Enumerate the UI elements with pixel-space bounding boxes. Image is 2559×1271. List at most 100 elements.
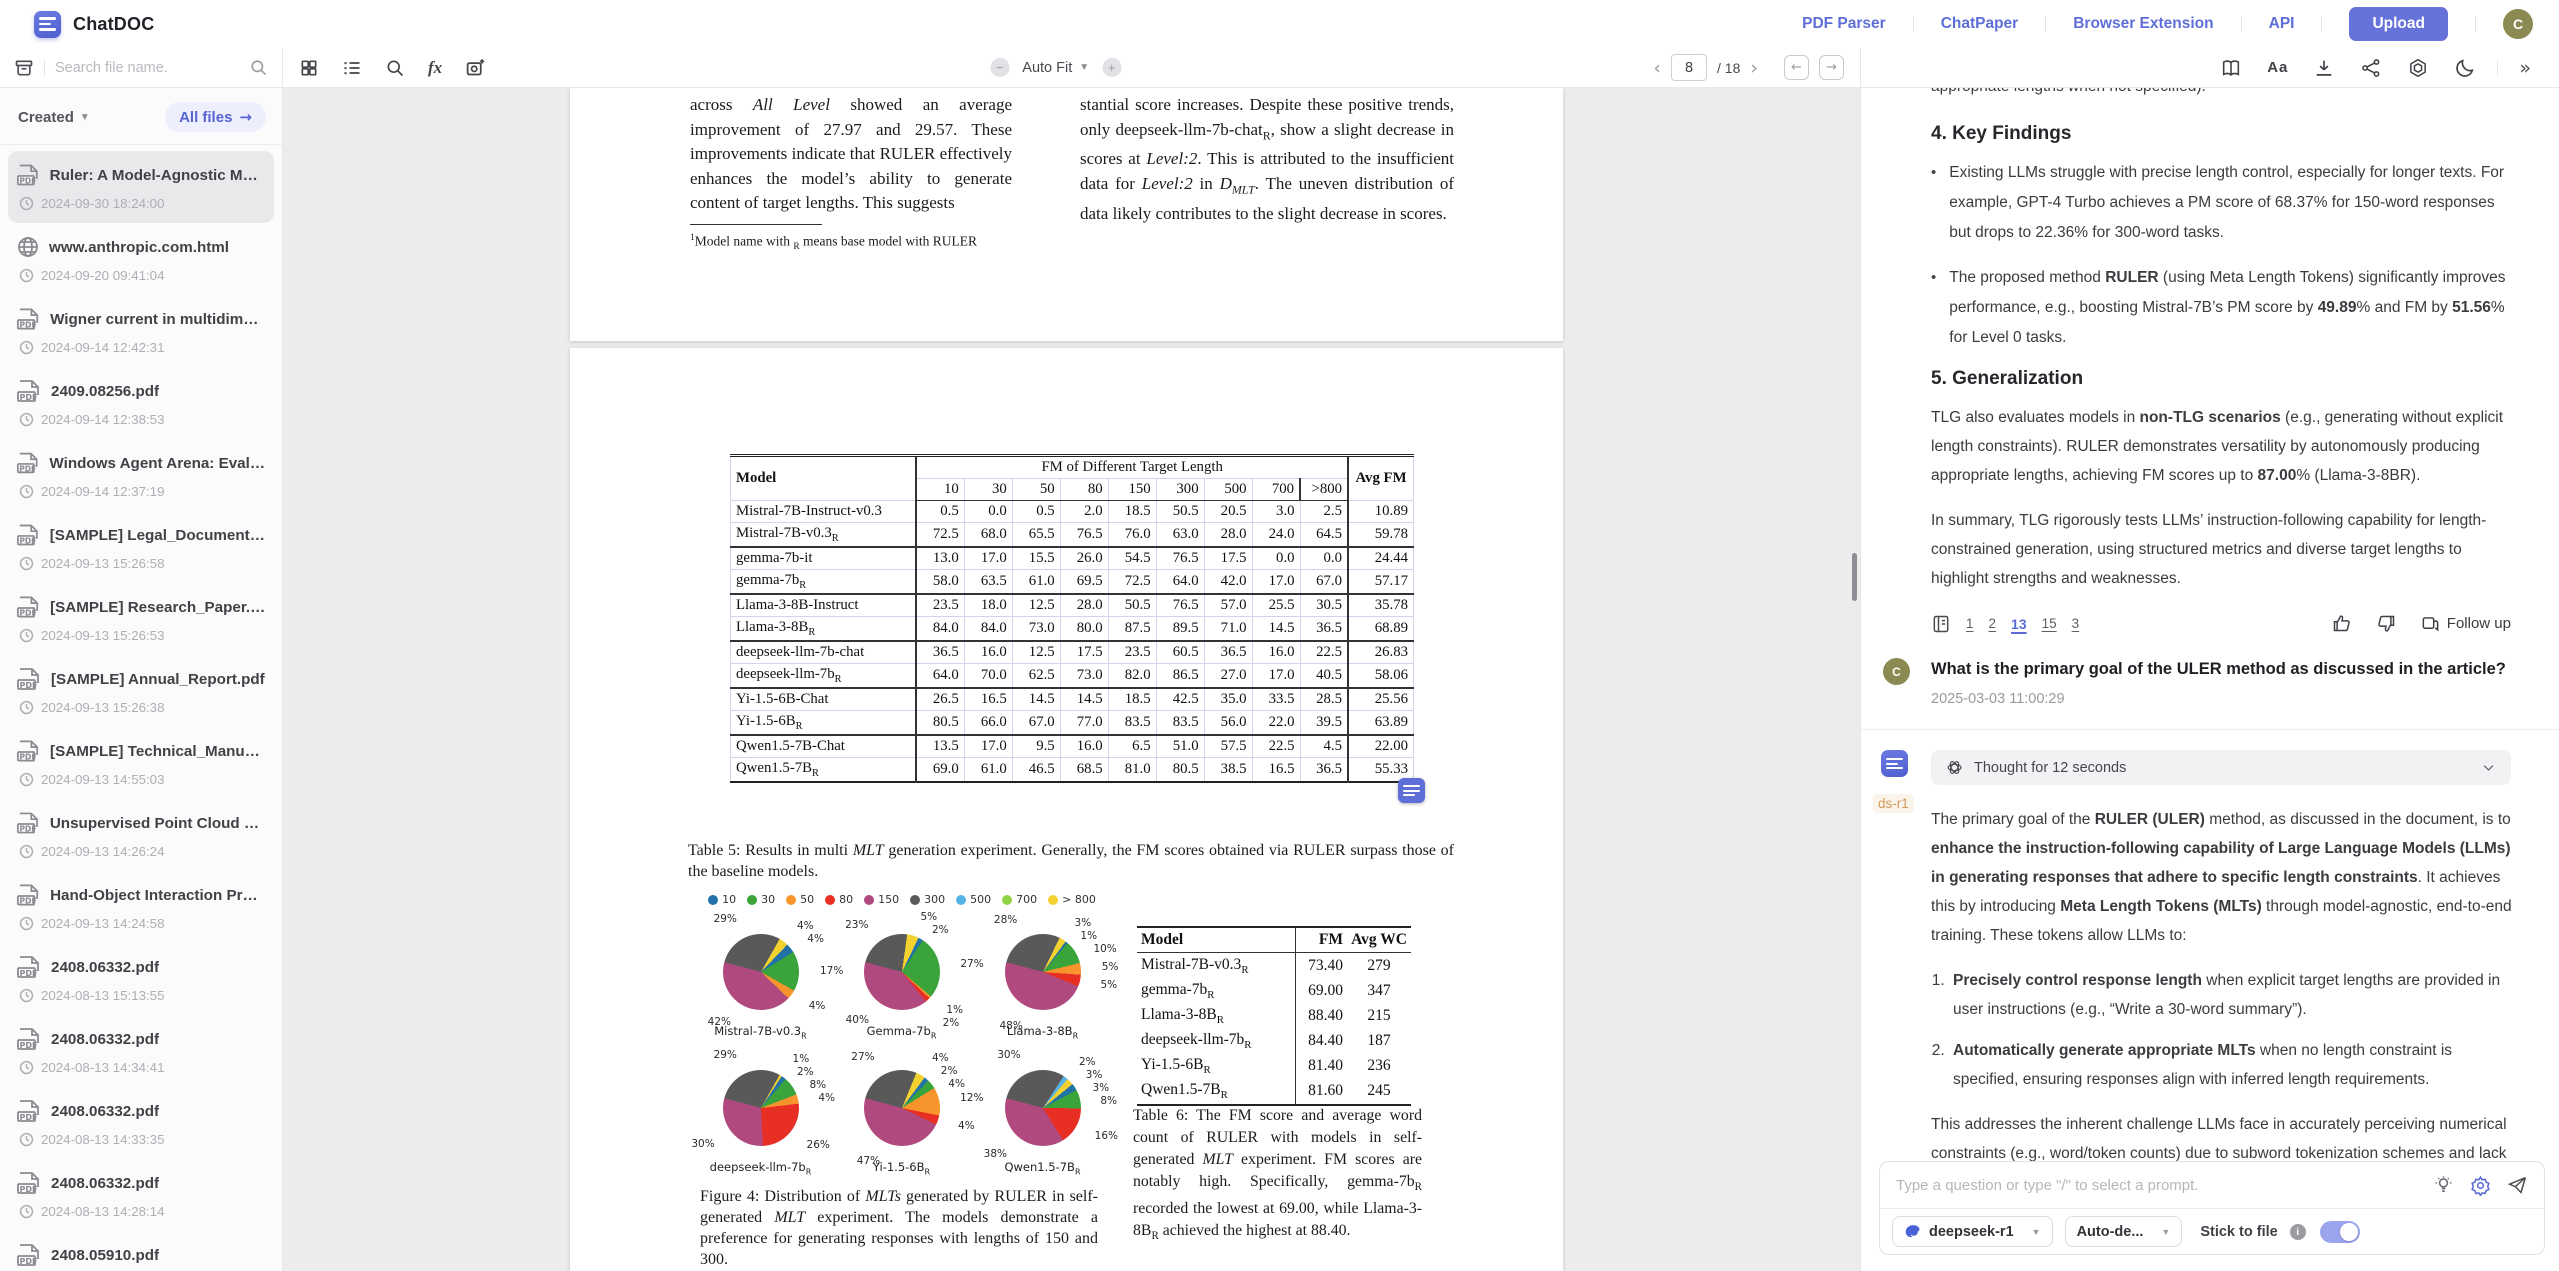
list-item[interactable]: PDFWigner current in multidimen...2024-0…	[8, 295, 274, 367]
search-document-icon[interactable]	[385, 58, 405, 78]
legend-item: 50	[786, 893, 814, 906]
zoom-out-button[interactable]: −	[990, 58, 1009, 77]
upload-button[interactable]: Upload	[2349, 7, 2448, 41]
model-select[interactable]: deepseek-r1 ▼	[1892, 1216, 2053, 1247]
page-reference[interactable]: 2	[1989, 616, 1997, 631]
list-item[interactable]: PDFUnsupervised Point Cloud Re...2024-09…	[8, 799, 274, 871]
history-back-button[interactable]: ←	[1784, 55, 1809, 80]
page-reference[interactable]: 15	[2042, 616, 2057, 631]
list-item[interactable]: PDF[SAMPLE] Research_Paper.pdf2024-09-13…	[8, 583, 274, 655]
stick-to-file-toggle[interactable]	[2320, 1221, 2360, 1243]
page-reference[interactable]: 3	[2072, 616, 2080, 631]
dark-mode-moon-icon[interactable]	[2454, 57, 2476, 79]
follow-up-button[interactable]: Follow up	[2421, 614, 2511, 633]
search-icon[interactable]	[249, 58, 268, 77]
list-item[interactable]: PDF[SAMPLE] Annual_Report.pdf2024-09-13 …	[8, 655, 274, 727]
table5-caption: Table 5: Results in multi MLT generation…	[688, 840, 1454, 882]
sort-dropdown[interactable]: Created	[18, 109, 74, 126]
chat-table-marker-icon[interactable]	[1398, 778, 1425, 803]
pdf-file-icon: PDF	[16, 163, 41, 187]
page-reference[interactable]: 13	[2011, 616, 2027, 632]
pdf-scrollbar[interactable]	[1852, 553, 1857, 601]
outline-list-icon[interactable]	[342, 58, 362, 78]
legend-label: 30	[761, 893, 775, 906]
nav-link-api[interactable]: API	[2269, 15, 2295, 33]
collapse-panel-icon[interactable]: »	[2519, 57, 2531, 79]
openai-icon[interactable]	[2407, 57, 2429, 79]
clock-icon	[19, 484, 34, 499]
thumbs-up-icon[interactable]	[2331, 613, 2352, 634]
list-item[interactable]: PDF2408.06332.pdf2024-08-13 14:34:41	[8, 1015, 274, 1087]
list-item[interactable]: PDF[SAMPLE] Technical_Manual....2024-09-…	[8, 727, 274, 799]
answer-list: Precisely control response length when e…	[1949, 966, 2515, 1094]
list-item[interactable]: PDF[SAMPLE] Legal_Document.pdf2024-09-13…	[8, 511, 274, 583]
results-table-6: ModelFMAvg WCMistral-7B-v0.3R73.40279gem…	[1137, 926, 1411, 1106]
list-item[interactable]: www.anthropic.com.html2024-09-20 09:41:0…	[8, 223, 274, 295]
pie-value-label: 3%	[1086, 1069, 1103, 1081]
chat-panel: Aa » appropriate lengths when not specif…	[1860, 48, 2559, 1271]
page-number-input[interactable]	[1671, 54, 1707, 81]
value-cell: 20.5	[1204, 501, 1252, 523]
list-item[interactable]: PDF2408.05910.pdf2024-08-13 14:26:51	[8, 1231, 274, 1271]
previous-page-icon[interactable]: ‹	[1653, 57, 1661, 79]
thumbnail-grid-icon[interactable]	[299, 58, 319, 78]
lightbulb-icon[interactable]	[2433, 1175, 2454, 1196]
search-input[interactable]	[55, 60, 249, 76]
answer-paragraph: The primary goal of the RULER (ULER) met…	[1931, 805, 2515, 950]
page-reference[interactable]: 1	[1966, 616, 1974, 631]
value-cell: 4.5	[1300, 735, 1348, 758]
font-size-icon[interactable]: Aa	[2267, 59, 2288, 76]
value-cell: 14.5	[1012, 688, 1060, 711]
nav-link-pdf-parser[interactable]: PDF Parser	[1802, 15, 1886, 33]
group-header: FM of Different Target Length	[916, 456, 1348, 479]
nav-link-browser-extension[interactable]: Browser Extension	[2073, 15, 2213, 33]
list-item[interactable]: PDF2408.06332.pdf2024-08-13 14:28:14	[8, 1159, 274, 1231]
value-cell: 13.0	[916, 547, 964, 570]
history-forward-button[interactable]: →	[1819, 55, 1844, 80]
nav-link-chatpaper[interactable]: ChatPaper	[1941, 15, 2019, 33]
thought-toggle[interactable]: Thought for 12 seconds	[1931, 750, 2511, 785]
list-item[interactable]: PDF2409.08256.pdf2024-09-14 12:38:53	[8, 367, 274, 439]
detect-mode-select[interactable]: Auto-de... ▼	[2065, 1216, 2183, 1247]
svg-text:PDF: PDF	[19, 537, 36, 546]
thumbs-down-icon[interactable]	[2376, 613, 2397, 634]
zoom-in-button[interactable]: +	[1102, 58, 1121, 77]
user-avatar[interactable]: C	[2503, 9, 2533, 39]
next-page-icon[interactable]: ›	[1750, 57, 1758, 79]
legend-dot	[1048, 895, 1058, 905]
value-cell: 26.5	[916, 688, 964, 711]
info-icon[interactable]: i	[2290, 1224, 2306, 1240]
file-search[interactable]	[55, 58, 268, 77]
chat-thread[interactable]: appropriate lengths when not specified).…	[1861, 88, 2559, 1271]
archive-icon[interactable]	[14, 58, 34, 78]
list-item[interactable]: PDF2408.06332.pdf2024-08-13 14:33:35	[8, 1087, 274, 1159]
file-toolbar	[0, 48, 282, 88]
share-icon[interactable]	[2360, 57, 2382, 79]
follow-up-icon	[2421, 614, 2440, 633]
zoom-mode-dropdown[interactable]: Auto Fit	[1022, 60, 1072, 76]
all-files-button[interactable]: All files →	[165, 102, 266, 132]
prompt-settings-gear-icon[interactable]	[2470, 1175, 2491, 1196]
list-item[interactable]: PDFRuler: A Model-Agnostic Meth...2024-0…	[8, 151, 274, 223]
avg-cell: 59.78	[1348, 523, 1413, 547]
list-item[interactable]: PDF2408.06332.pdf2024-08-13 15:13:55	[8, 943, 274, 1015]
wc-cell: 347	[1347, 978, 1411, 1003]
download-icon[interactable]	[2313, 57, 2335, 79]
brand[interactable]: ChatDOC	[34, 11, 154, 38]
value-cell: 24.0	[1252, 523, 1300, 547]
list-item[interactable]: PDFWindows Agent Arena: Evalua...2024-09…	[8, 439, 274, 511]
book-icon[interactable]	[2220, 57, 2242, 79]
model-tag: ds-r1	[1873, 794, 1914, 813]
pie-value-label: 5%	[1100, 979, 1117, 991]
screenshot-icon[interactable]	[465, 57, 486, 78]
pie-disc	[1005, 934, 1081, 1010]
table-row: Mistral-7B-v0.3R73.40279	[1137, 953, 1411, 979]
formula-icon[interactable]: fx	[428, 58, 442, 78]
question-input[interactable]	[1896, 1177, 2417, 1194]
value-cell: 28.5	[1300, 688, 1348, 711]
send-icon[interactable]	[2507, 1175, 2528, 1196]
list-item[interactable]: PDFHand-Object Interaction Pretr...2024-…	[8, 871, 274, 943]
page-references-icon[interactable]	[1931, 614, 1951, 634]
pdf-canvas[interactable]: across All Level showed an average impro…	[283, 88, 1860, 1271]
pie-legend: 10305080150300500700> 800	[690, 893, 1114, 906]
